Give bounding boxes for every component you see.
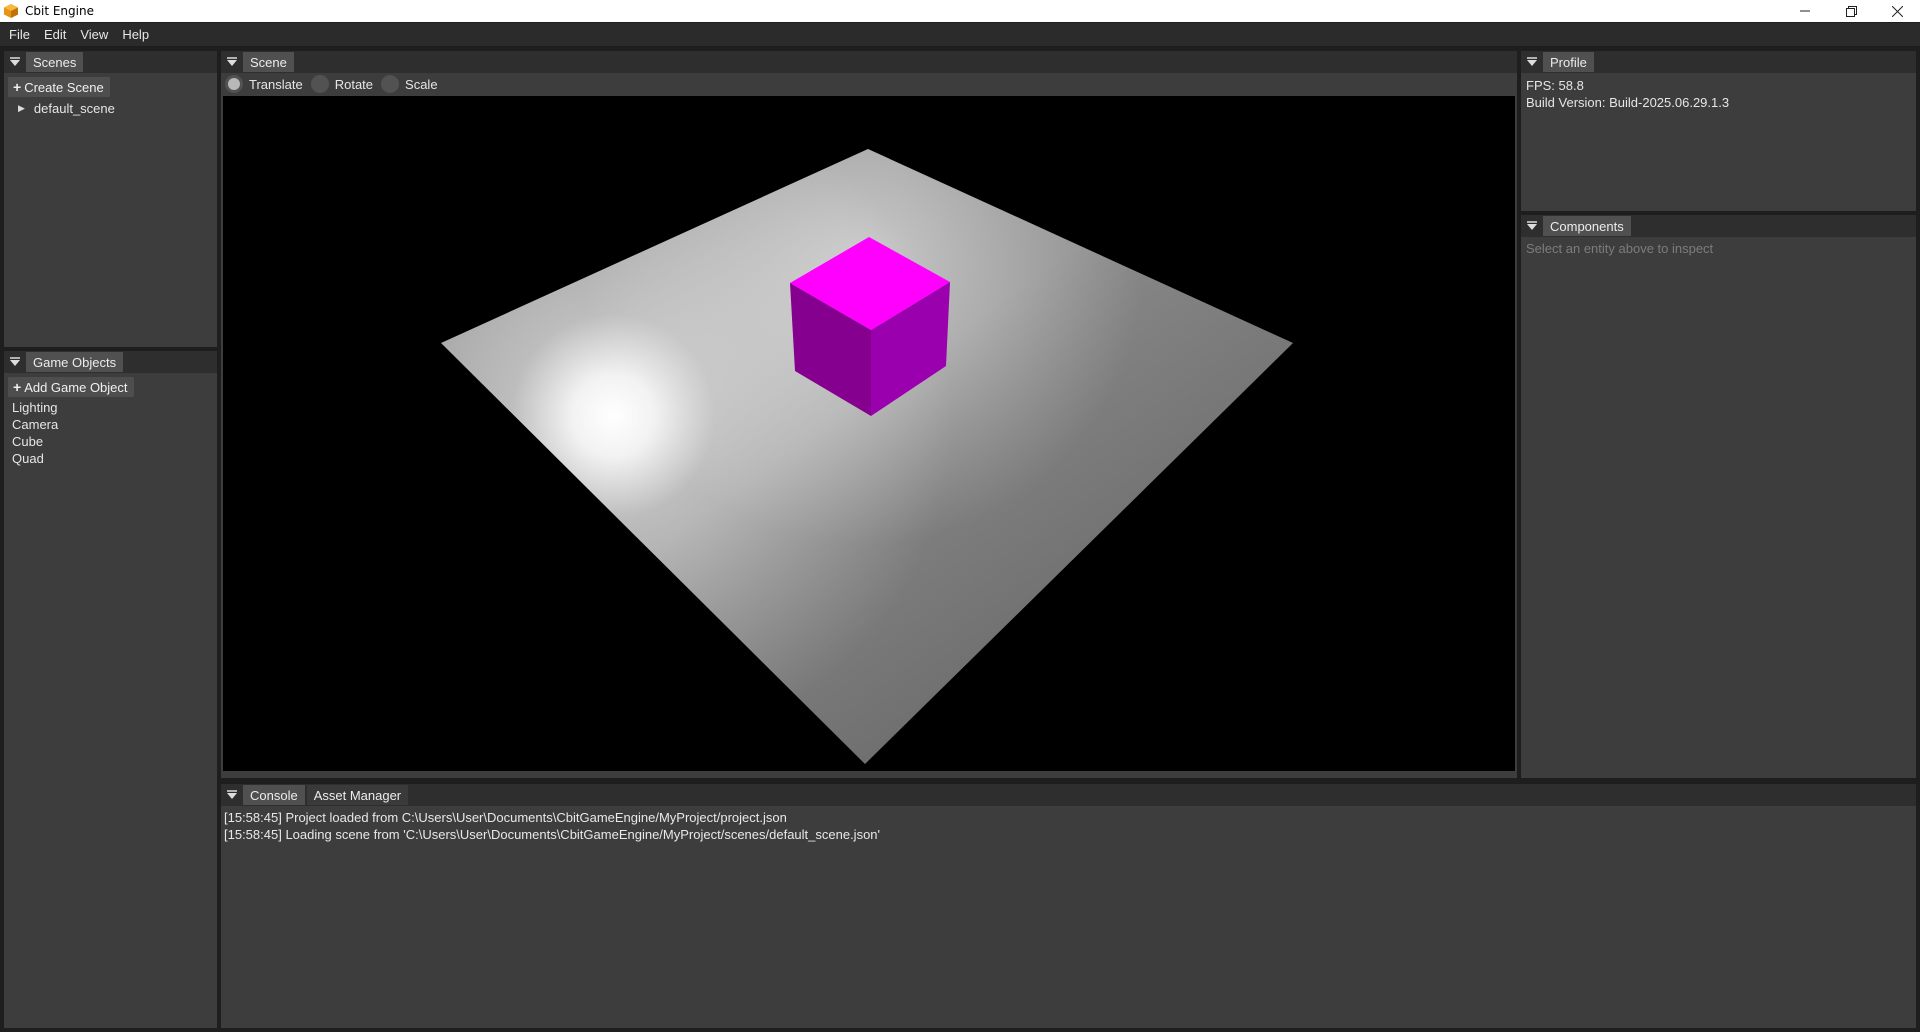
window-title: Cbit Engine	[25, 4, 94, 18]
plus-icon: +	[13, 379, 22, 395]
gizmo-toolbar: Translate Rotate Scale	[221, 73, 1517, 95]
list-item-camera[interactable]: Camera	[8, 416, 213, 433]
game-objects-panel: Game Objects + Add Game Object Lighting …	[4, 351, 217, 1028]
collapse-game-objects-button[interactable]	[4, 351, 26, 373]
rotate-label: Rotate	[334, 76, 374, 92]
scenes-panel: Scenes + Create Scene ▶ default_scene	[4, 51, 217, 347]
list-item-quad[interactable]: Quad	[8, 450, 213, 467]
restore-button[interactable]	[1828, 0, 1874, 22]
tab-scenes[interactable]: Scenes	[26, 52, 84, 72]
close-icon	[1891, 5, 1903, 17]
create-scene-button[interactable]: + Create Scene	[8, 77, 110, 97]
collapse-triangle-icon	[227, 790, 237, 799]
scene-tree-item[interactable]: ▶ default_scene	[8, 100, 213, 116]
add-game-object-button[interactable]: + Add Game Object	[8, 377, 134, 397]
collapse-scene-button[interactable]	[221, 51, 243, 73]
app-logo-icon	[4, 4, 18, 18]
minimize-icon	[1800, 10, 1810, 12]
scale-label: Scale	[405, 76, 438, 92]
scene-render	[441, 149, 1293, 764]
tab-console[interactable]: Console	[243, 785, 305, 805]
console-panel-header: Console Asset Manager	[221, 784, 1916, 806]
components-panel: Components Select an entity above to ins…	[1521, 215, 1916, 778]
tab-scene[interactable]: Scene	[243, 52, 294, 72]
console-panel: Console Asset Manager [15:58:45] Project…	[221, 784, 1916, 1028]
menu-edit[interactable]: Edit	[44, 27, 66, 42]
profile-panel-header: Profile	[1521, 51, 1916, 73]
collapse-triangle-icon	[227, 57, 237, 66]
collapse-triangle-icon	[10, 57, 20, 66]
tab-profile[interactable]: Profile	[1543, 52, 1594, 72]
tab-game-objects[interactable]: Game Objects	[26, 352, 124, 372]
collapse-profile-button[interactable]	[1521, 51, 1543, 73]
translate-radio[interactable]: Translate	[225, 75, 303, 93]
components-panel-header: Components	[1521, 215, 1916, 237]
inspect-hint: Select an entity above to inspect	[1526, 241, 1714, 256]
tab-asset-manager[interactable]: Asset Manager	[306, 785, 409, 805]
scene-viewport[interactable]	[223, 96, 1515, 771]
collapse-triangle-icon	[1527, 221, 1537, 230]
collapse-scenes-button[interactable]	[4, 51, 26, 73]
menu-view[interactable]: View	[80, 27, 108, 42]
menu-bar: File Edit View Help	[0, 23, 1920, 46]
collapse-triangle-icon	[10, 357, 20, 366]
create-scene-label: Create Scene	[24, 79, 104, 95]
profile-panel: Profile FPS: 58.8 Build Version: Build-2…	[1521, 51, 1916, 211]
scenes-panel-header: Scenes	[4, 51, 217, 73]
collapse-components-button[interactable]	[1521, 215, 1543, 237]
fps-readout: FPS: 58.8	[1526, 78, 1584, 93]
console-log-line: [15:58:45] Project loaded from C:\Users\…	[224, 810, 787, 825]
collapse-console-button[interactable]	[221, 784, 243, 806]
list-item-lighting[interactable]: Lighting	[8, 399, 213, 416]
window-titlebar: Cbit Engine	[0, 0, 1920, 22]
add-game-object-label: Add Game Object	[24, 379, 128, 395]
expand-arrow-icon[interactable]: ▶	[18, 103, 25, 114]
menu-help[interactable]: Help	[122, 27, 149, 42]
scene-panel-header: Scene	[221, 51, 1517, 73]
radio-icon	[381, 75, 400, 93]
plus-icon: +	[13, 79, 22, 95]
tab-components[interactable]: Components	[1543, 216, 1631, 236]
radio-selected-icon	[225, 75, 243, 93]
close-button[interactable]	[1874, 0, 1920, 22]
scale-radio[interactable]: Scale	[381, 75, 438, 93]
rotate-radio[interactable]: Rotate	[310, 75, 374, 93]
radio-icon	[310, 75, 329, 93]
game-objects-panel-header: Game Objects	[4, 351, 217, 373]
menu-file[interactable]: File	[9, 27, 30, 42]
console-log-line: [15:58:45] Loading scene from 'C:\Users\…	[224, 827, 881, 842]
scene-name: default_scene	[33, 100, 115, 116]
scene-panel: Scene Translate Rotate Scale	[221, 51, 1517, 778]
restore-icon	[1845, 5, 1857, 17]
collapse-triangle-icon	[1527, 57, 1537, 66]
minimize-button[interactable]	[1782, 0, 1828, 22]
list-item-cube[interactable]: Cube	[8, 433, 213, 450]
build-version: Build Version: Build-2025.06.29.1.3	[1526, 95, 1730, 110]
translate-label: Translate	[249, 76, 303, 92]
